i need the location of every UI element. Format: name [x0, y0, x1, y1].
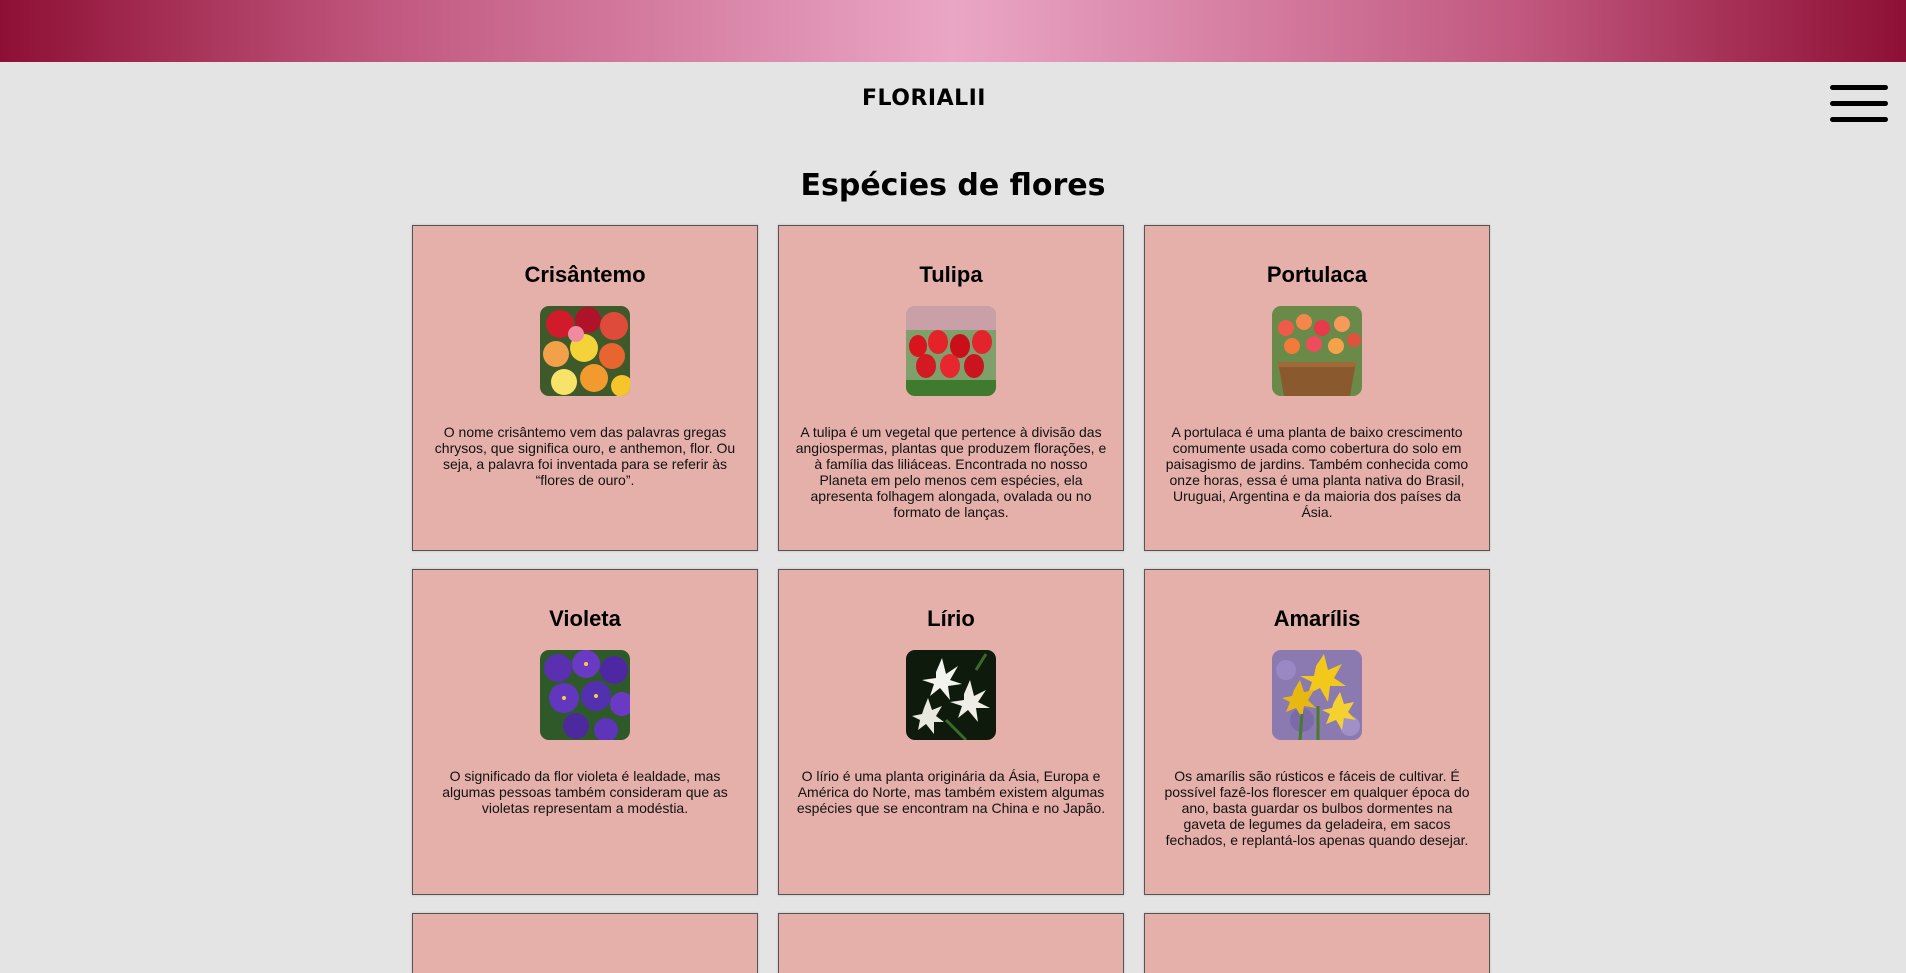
- hamburger-menu-icon[interactable]: [1830, 83, 1890, 125]
- card-description: O nome crisântemo vem das palavras grega…: [434, 424, 736, 488]
- flower-card-partial[interactable]: [1144, 913, 1490, 973]
- flower-card-violet[interactable]: Violeta O significado da flor violeta é …: [412, 569, 758, 895]
- lily-photo: [906, 650, 996, 740]
- card-description: Os amarílis são rústicos e fáceis de cul…: [1164, 768, 1470, 848]
- card-title: Portulaca: [1266, 262, 1368, 287]
- card-title: Tulipa: [919, 262, 983, 287]
- amaryllis-photo: [1272, 650, 1362, 740]
- violet-photo: [540, 650, 630, 740]
- page-title: Espécies de flores: [800, 168, 1106, 203]
- card-description: A portulaca é uma planta de baixo cresci…: [1165, 424, 1469, 520]
- flower-card-lily[interactable]: Lírio O lírio é uma planta originária da…: [778, 569, 1124, 895]
- tulip-photo: [906, 306, 996, 396]
- flower-card-tulip[interactable]: Tulipa A tulipa é um vegetal que pertenc…: [778, 225, 1124, 551]
- card-title: Crisântemo: [524, 262, 646, 287]
- card-title: Violeta: [549, 606, 621, 631]
- card-description: A tulipa é um vegetal que pertence à div…: [795, 424, 1107, 520]
- flower-card-amaryllis[interactable]: Amarílis Os amarílis são rústicos e fáce…: [1144, 569, 1490, 895]
- portulaca-photo: [1272, 306, 1362, 396]
- card-description: O lírio é uma planta originária da Ásia,…: [796, 768, 1106, 816]
- chrysanthemum-photo: [540, 306, 630, 396]
- menu-bar: [1830, 117, 1888, 122]
- menu-bar: [1830, 85, 1888, 90]
- top-banner: [0, 0, 1906, 62]
- flower-card-partial[interactable]: [412, 913, 758, 973]
- flower-card-grid: Crisântemo O nome crisântemo vem das pal…: [412, 225, 1492, 973]
- menu-bar: [1830, 101, 1888, 106]
- card-title: Amarílis: [1273, 606, 1361, 631]
- site-brand[interactable]: FLORIALII: [0, 86, 1848, 111]
- flower-card-partial[interactable]: [778, 913, 1124, 973]
- flower-card-portulaca[interactable]: Portulaca A portulaca é uma planta de ba…: [1144, 225, 1490, 551]
- flower-card-chrysanthemum[interactable]: Crisântemo O nome crisântemo vem das pal…: [412, 225, 758, 551]
- card-description: O significado da flor violeta é lealdade…: [442, 768, 728, 816]
- card-title: Lírio: [927, 606, 975, 631]
